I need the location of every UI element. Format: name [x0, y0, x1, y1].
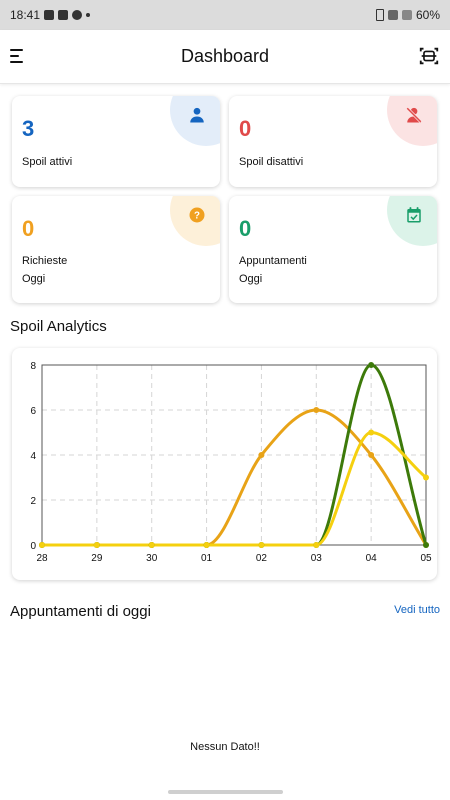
x-tick-label: 30	[146, 553, 158, 564]
x-tick-label: 02	[256, 553, 268, 564]
data-point	[368, 429, 375, 436]
person-icon	[190, 107, 204, 123]
analytics-title: Spoil Analytics	[10, 318, 107, 335]
person-off-icon	[406, 107, 422, 123]
page-title: Dashboard	[180, 46, 270, 66]
card-inactive-spoils[interactable]: 0 Spoil disattivi	[229, 96, 437, 187]
x-tick-label: 04	[366, 553, 378, 564]
more-notifications-icon	[86, 13, 91, 17]
requests-label-line1: Richieste	[22, 255, 68, 267]
status-bar: 18:41 60%	[0, 0, 450, 30]
appointments-title: Appuntamenti di oggi	[10, 603, 151, 620]
appointments-label-line1: Appuntamenti	[239, 255, 307, 267]
gesture-navigation-bar	[0, 786, 450, 800]
status-time: 18:41	[10, 8, 41, 22]
home-handle[interactable]	[168, 790, 283, 794]
y-tick-label: 6	[30, 406, 36, 417]
x-tick-label: 29	[91, 553, 103, 564]
y-tick-label: 0	[30, 541, 36, 552]
data-point	[368, 452, 375, 458]
appointments-today-label: Appuntamenti Oggi	[239, 252, 307, 288]
calendar-check-icon	[407, 207, 421, 223]
x-tick-label: 05	[420, 553, 432, 564]
data-point	[39, 542, 45, 548]
see-all-link[interactable]: Vedi tutto	[394, 604, 440, 616]
data-point	[313, 407, 320, 413]
appointments-today-count: 0	[239, 216, 252, 241]
data-point	[258, 542, 265, 548]
menu-icon[interactable]	[10, 48, 28, 64]
card-requests-today[interactable]: ? 0 Richieste Oggi	[12, 196, 220, 303]
active-spoils-count: 3	[22, 116, 35, 141]
data-point	[423, 474, 429, 481]
active-spoils-label: Spoil attivi	[22, 156, 73, 168]
spoil-analytics-chart: 0246828 29 30 01 02 03 04 05	[30, 361, 432, 564]
requests-today-label: Richieste Oggi	[22, 252, 67, 288]
app-bar: Dashboard	[0, 30, 450, 84]
battery-saver-icon	[375, 9, 384, 21]
wifi-icon	[387, 10, 398, 20]
inactive-spoils-label: Spoil disattivi	[239, 156, 304, 168]
y-tick-label: 4	[30, 451, 36, 462]
cloud-icon	[58, 10, 69, 20]
y-tick-label: 8	[30, 361, 36, 372]
requests-label-line2: Oggi	[22, 273, 46, 285]
battery-percentage: 60%	[415, 8, 440, 22]
svg-text:?: ?	[194, 210, 200, 221]
card-appointments-today[interactable]: 0 Appuntamenti Oggi	[229, 196, 437, 303]
x-tick-label: 03	[311, 553, 323, 564]
card-active-spoils[interactable]: 3 Spoil attivi	[12, 96, 220, 187]
help-circle-icon: ?	[189, 207, 205, 223]
data-point	[258, 452, 265, 458]
data-point	[368, 362, 375, 368]
data-point	[203, 542, 210, 548]
data-point	[313, 542, 320, 548]
data-point	[423, 542, 429, 548]
empty-state-text: Nessun Dato!!	[190, 741, 260, 753]
inactive-spoils-count: 0	[239, 116, 252, 141]
series-line-0	[40, 408, 428, 547]
x-tick-label: 28	[36, 553, 48, 564]
gallery-icon	[44, 10, 55, 20]
y-tick-label: 2	[30, 496, 36, 507]
scan-icon[interactable]	[418, 45, 440, 67]
appointments-label-line2: Oggi	[239, 273, 263, 285]
requests-today-count: 0	[22, 216, 35, 241]
data-point	[93, 542, 100, 548]
data-point	[148, 542, 155, 548]
chart-card: 0 2 4 6 8 28 29 30 01 02 03 04 05	[12, 348, 437, 580]
x-tick-label: 01	[201, 553, 213, 564]
whatsapp-icon	[72, 10, 83, 20]
signal-icon	[401, 10, 412, 20]
